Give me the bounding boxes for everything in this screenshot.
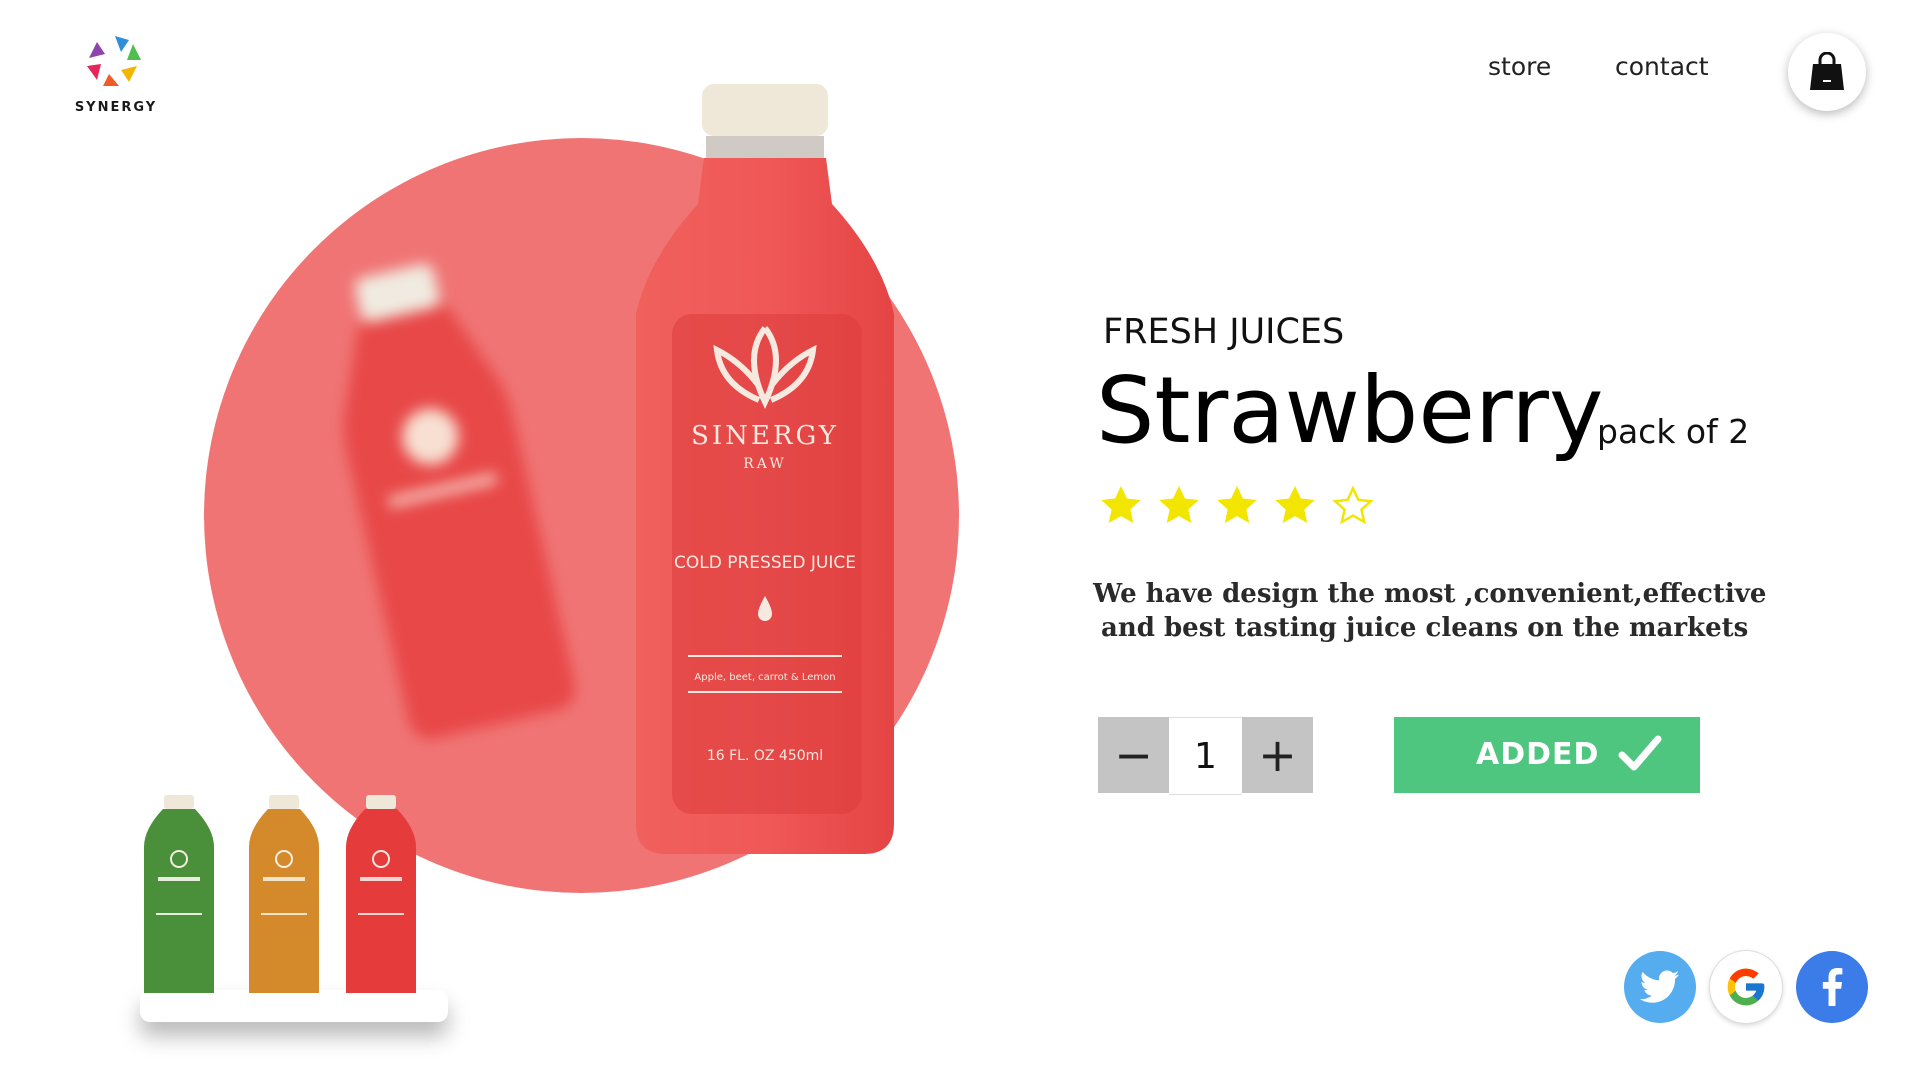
thumbnail-orange-bottle[interactable] (247, 795, 321, 995)
nav-store-link[interactable]: store (1488, 52, 1551, 81)
product-description: We have design the most ,convenient,effe… (1093, 577, 1783, 645)
twitter-share-button[interactable] (1624, 951, 1696, 1023)
bottle-sub-text: RAW (743, 456, 786, 472)
brand-name: SYNERGY (74, 100, 158, 115)
product-category: FRESH JUICES (1103, 312, 1345, 352)
description-line-2: and best tasting juice cleans on the mar… (1101, 613, 1749, 643)
bottle-brand-text: SINERGY (691, 421, 839, 451)
nav-contact-link[interactable]: contact (1615, 52, 1709, 81)
google-icon (1727, 968, 1765, 1006)
quantity-stepper: − 1 + (1098, 717, 1313, 795)
added-label: ADDED (1476, 737, 1600, 772)
thumbnail-red-bottle[interactable] (344, 795, 418, 995)
pack-size-label: pack of 2 (1597, 412, 1750, 451)
star-filled-icon[interactable] (1098, 483, 1144, 529)
description-line-1: We have design the most ,convenient,effe… (1093, 579, 1767, 609)
added-to-cart-button[interactable]: ADDED (1394, 717, 1700, 793)
facebook-share-button[interactable] (1796, 951, 1868, 1023)
product-title: Strawberry (1096, 357, 1604, 464)
checkmark-icon (1618, 735, 1662, 771)
main-product-bottle: SINERGY RAW COLD PRESSED JUICE Apple, be… (632, 84, 898, 856)
increase-quantity-button[interactable]: + (1242, 717, 1313, 793)
bottle-product-text: COLD PRESSED JUICE (674, 553, 856, 573)
thumbnail-green-bottle[interactable] (142, 795, 216, 995)
synergy-logo-icon (87, 36, 141, 86)
twitter-icon (1640, 970, 1680, 1003)
shopping-bag-icon (1810, 52, 1844, 90)
decrease-quantity-button[interactable]: − (1098, 717, 1169, 793)
star-empty-icon[interactable] (1330, 483, 1376, 529)
rating-stars[interactable] (1098, 483, 1376, 529)
bottle-volume-text: 16 FL. OZ 450ml (707, 748, 823, 764)
bottle-ingredients-text: Apple, beet, carrot & Lemon (694, 672, 835, 683)
facebook-icon (1822, 968, 1843, 1006)
google-share-button[interactable] (1710, 951, 1782, 1023)
star-filled-icon[interactable] (1156, 483, 1202, 529)
cart-button[interactable] (1788, 33, 1866, 111)
brand-logo[interactable]: SYNERGY (60, 30, 170, 125)
star-filled-icon[interactable] (1214, 483, 1260, 529)
star-filled-icon[interactable] (1272, 483, 1318, 529)
quantity-value[interactable]: 1 (1169, 717, 1242, 795)
